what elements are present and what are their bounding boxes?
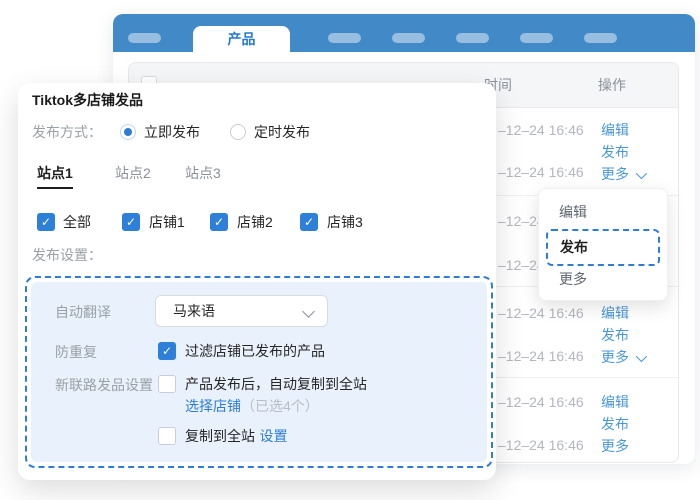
anti-duplicate-label: 防重复 xyxy=(55,344,97,360)
modal-title: Tiktok多店铺发品 xyxy=(32,92,143,108)
tab-bar: 产品 xyxy=(113,14,695,52)
new-link-settings-label: 新联路发品设置 xyxy=(55,377,153,393)
row-time-1: –12–24 16:46 xyxy=(498,305,584,321)
edit-link[interactable]: 编辑 xyxy=(601,302,644,324)
chevron-down-icon xyxy=(635,167,648,180)
screen: 产品 时间 操作 –12–24 16:46 –12–24 16:46 编辑 发布 xyxy=(0,0,700,500)
tab-placeholder[interactable] xyxy=(456,33,489,43)
tab-placeholder[interactable] xyxy=(520,33,553,43)
column-header-action: 操作 xyxy=(598,77,626,93)
checkbox-shop2-label[interactable]: 店铺2 xyxy=(237,211,273,233)
selected-count: （已选4个） xyxy=(241,398,319,414)
checkbox-shop3[interactable]: ✓ xyxy=(300,213,318,231)
more-link[interactable]: 更多 xyxy=(601,163,648,185)
tab-site-1[interactable]: 站点1 xyxy=(37,163,73,189)
checkbox-filter-published[interactable]: ✓ xyxy=(158,342,176,360)
publish-link[interactable]: 发布 xyxy=(601,141,644,163)
edit-link[interactable]: 编辑 xyxy=(601,391,629,413)
checkbox-all-label[interactable]: 全部 xyxy=(63,211,91,233)
publish-link[interactable]: 发布 xyxy=(601,413,629,435)
checkbox-auto-copy[interactable] xyxy=(158,375,176,393)
checkbox-shop2[interactable]: ✓ xyxy=(210,213,228,231)
tab-placeholder[interactable] xyxy=(128,33,161,43)
tab-site-3[interactable]: 站点3 xyxy=(185,163,221,183)
row-time-2: –12–24 16:46 xyxy=(498,437,584,453)
tab-placeholder[interactable] xyxy=(392,33,425,43)
radio-scheduled[interactable] xyxy=(230,124,246,140)
auto-translate-label: 自动翻译 xyxy=(55,304,111,320)
checkbox-auto-copy-label[interactable]: 产品发布后，自动复制到全站 xyxy=(185,373,367,395)
chevron-down-icon xyxy=(635,350,648,363)
edit-link[interactable]: 编辑 xyxy=(601,119,644,141)
tab-products[interactable]: 产品 xyxy=(193,26,290,52)
dropdown-item-more[interactable]: 更多 xyxy=(539,264,667,294)
checkbox-copy-all-sites[interactable] xyxy=(158,427,176,445)
language-select-value: 马来语 xyxy=(173,303,215,319)
dropdown-item-edit[interactable]: 编辑 xyxy=(539,197,667,227)
row-time-1: –12–24 16:46 xyxy=(498,394,584,410)
radio-scheduled-label[interactable]: 定时发布 xyxy=(254,121,310,143)
chevron-down-icon xyxy=(302,305,315,318)
row-actions-dropdown: 编辑 发布 更多 xyxy=(538,188,668,301)
checkbox-shop1[interactable]: ✓ xyxy=(122,213,140,231)
publish-modal: Tiktok多店铺发品 发布方式： 立即发布 定时发布 站点1 站点2 站点3 … xyxy=(18,83,496,480)
checkbox-copy-all-sites-label[interactable]: 复制到全站 xyxy=(185,428,255,444)
checkbox-all[interactable]: ✓ xyxy=(37,213,55,231)
checkbox-filter-published-label[interactable]: 过滤店铺已发布的产品 xyxy=(185,340,325,362)
dropdown-item-publish[interactable]: 发布 xyxy=(546,229,660,266)
copy-settings-link[interactable]: 设置 xyxy=(259,428,287,444)
more-link[interactable]: 更多 xyxy=(601,435,629,457)
publish-link[interactable]: 发布 xyxy=(601,324,644,346)
radio-immediate[interactable] xyxy=(120,124,136,140)
checkbox-shop3-label[interactable]: 店铺3 xyxy=(327,211,363,233)
tab-site-2[interactable]: 站点2 xyxy=(115,163,151,183)
tab-placeholder[interactable] xyxy=(584,33,617,43)
language-select[interactable]: 马来语 xyxy=(155,295,328,327)
radio-immediate-label[interactable]: 立即发布 xyxy=(144,121,200,143)
select-shop-link[interactable]: 选择店铺 xyxy=(185,398,241,414)
publish-settings-label: 发布设置： xyxy=(32,247,102,263)
tab-placeholder[interactable] xyxy=(328,33,361,43)
row-time-2: –12–24 16:46 xyxy=(498,164,584,180)
row-time-2: –12–24 16:46 xyxy=(498,348,584,364)
row-time-1: –12–24 16:46 xyxy=(498,122,584,138)
more-link[interactable]: 更多 xyxy=(601,346,648,368)
checkbox-shop1-label[interactable]: 店铺1 xyxy=(149,211,185,233)
publish-method-label: 发布方式： xyxy=(32,124,102,140)
